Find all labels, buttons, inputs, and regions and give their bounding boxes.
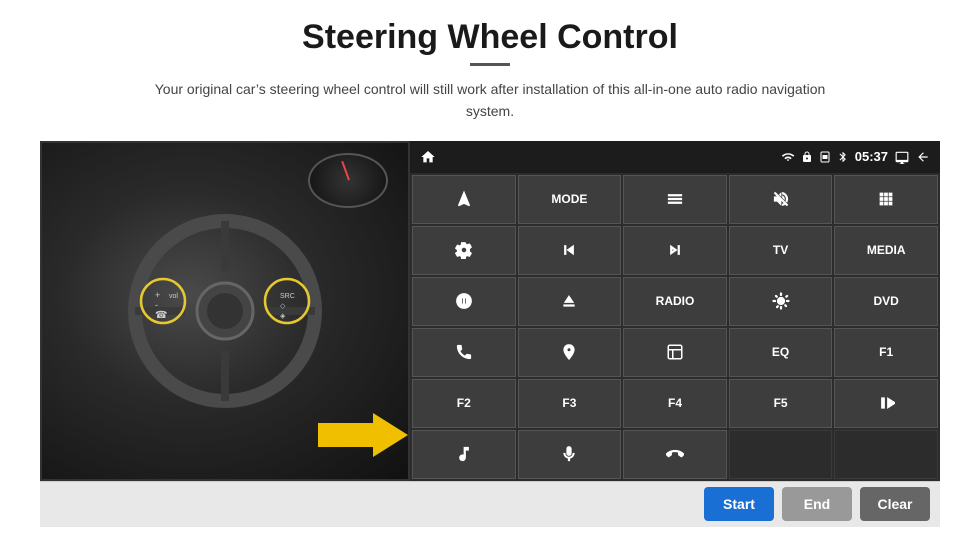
btn-rewind[interactable] (518, 226, 622, 275)
svg-text:SRC: SRC (280, 293, 295, 300)
btn-eq[interactable]: EQ (729, 328, 833, 377)
window-icon (666, 343, 684, 361)
apps-icon (877, 190, 895, 208)
btn-apps[interactable] (834, 175, 938, 224)
bluetooth-icon (837, 150, 849, 164)
microphone-icon (560, 445, 578, 463)
btn-360[interactable] (412, 277, 516, 326)
rewind-icon (560, 241, 578, 259)
list-icon (666, 190, 684, 208)
start-button[interactable]: Start (704, 487, 774, 521)
btn-music[interactable] (412, 430, 516, 479)
btn-brightness[interactable] (729, 277, 833, 326)
steering-wheel-bg: + vol - ☎ SRC ◇ ◈ (42, 143, 408, 479)
phone-icon (455, 343, 473, 361)
btn-tv[interactable]: TV (729, 226, 833, 275)
control-panel: 05:37 MODE (410, 141, 940, 481)
navigate-icon (455, 190, 473, 208)
brightness-icon (772, 292, 790, 310)
arrow-icon (318, 409, 408, 461)
bottom-buttons-bar: Start End Clear (40, 481, 940, 527)
btn-play-pause[interactable] (834, 379, 938, 428)
btn-settings[interactable] (412, 226, 516, 275)
btn-radio[interactable]: RADIO (623, 277, 727, 326)
btn-window[interactable] (623, 328, 727, 377)
btn-f5[interactable]: F5 (729, 379, 833, 428)
btn-mute[interactable] (729, 175, 833, 224)
btn-phone[interactable] (412, 328, 516, 377)
forward-icon (666, 241, 684, 259)
btn-eject[interactable] (518, 277, 622, 326)
status-right: 05:37 (781, 149, 930, 164)
status-left (420, 149, 436, 165)
svg-text:vol: vol (169, 293, 178, 300)
sim-icon (819, 150, 831, 164)
svg-text:+: + (155, 290, 160, 300)
btn-f1[interactable]: F1 (834, 328, 938, 377)
btn-call-end[interactable] (623, 430, 727, 479)
btn-dvd[interactable]: DVD (834, 277, 938, 326)
status-time: 05:37 (855, 149, 888, 164)
btn-f4[interactable]: F4 (623, 379, 727, 428)
btn-empty-1 (729, 430, 833, 479)
btn-f3[interactable]: F3 (518, 379, 622, 428)
btn-forward[interactable] (623, 226, 727, 275)
btn-mode[interactable]: MODE (518, 175, 622, 224)
svg-text:☎: ☎ (155, 310, 167, 321)
page-subtitle: Your original car’s steering wheel contr… (150, 78, 830, 123)
svg-text:-: - (155, 300, 158, 310)
play-pause-icon (877, 394, 895, 412)
eject-icon (560, 292, 578, 310)
back-icon (916, 150, 930, 164)
home-icon (420, 149, 436, 165)
btn-media[interactable]: MEDIA (834, 226, 938, 275)
mute-icon (772, 190, 790, 208)
navigation-circle-icon (560, 343, 578, 361)
music-icon (455, 445, 473, 463)
title-underline (470, 63, 510, 66)
content-row: + vol - ☎ SRC ◇ ◈ (40, 141, 940, 481)
screen-icon (894, 150, 910, 164)
btn-f2[interactable]: F2 (412, 379, 516, 428)
steering-wheel-area: + vol - ☎ SRC ◇ ◈ (40, 141, 410, 481)
page-container: Steering Wheel Control Your original car… (0, 0, 980, 544)
btn-microphone[interactable] (518, 430, 622, 479)
panel-grid: MODE (410, 173, 940, 481)
btn-nav-circle[interactable] (518, 328, 622, 377)
settings-icon (455, 241, 473, 259)
wifi-icon (781, 150, 795, 164)
btn-navigate[interactable] (412, 175, 516, 224)
lock-icon (801, 150, 813, 164)
svg-text:◇: ◇ (280, 303, 286, 310)
btn-empty-2 (834, 430, 938, 479)
clear-button[interactable]: Clear (860, 487, 930, 521)
svg-text:◈: ◈ (280, 313, 286, 320)
page-title: Steering Wheel Control (302, 18, 678, 57)
btn-list[interactable] (623, 175, 727, 224)
car-360-icon (455, 292, 473, 310)
steering-wheel-svg: + vol - ☎ SRC ◇ ◈ (125, 211, 325, 411)
call-end-icon (666, 445, 684, 463)
panel-statusbar: 05:37 (410, 141, 940, 173)
end-button[interactable]: End (782, 487, 852, 521)
